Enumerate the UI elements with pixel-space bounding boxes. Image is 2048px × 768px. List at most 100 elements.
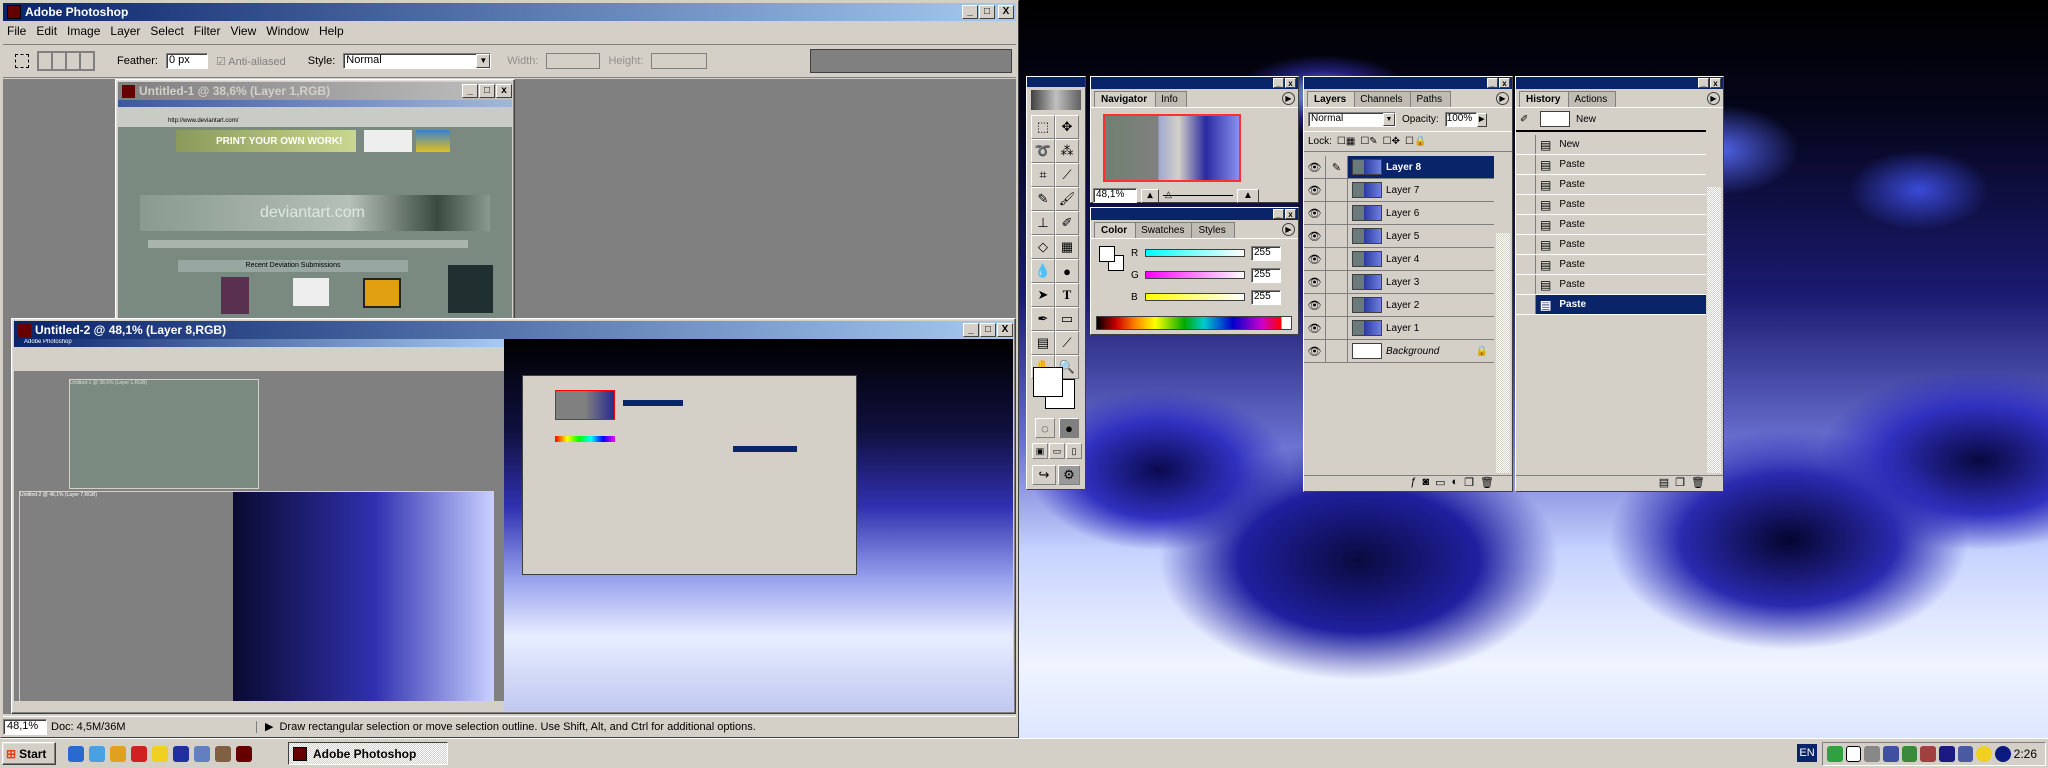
tab-styles[interactable]: Styles — [1191, 222, 1235, 238]
history-brush-icon[interactable]: ✐ — [1055, 211, 1079, 235]
intersect-selection-button[interactable] — [80, 52, 94, 70]
foreground-color-swatch[interactable] — [1099, 246, 1115, 262]
screen-mode-full-icon[interactable]: ▯ — [1066, 443, 1082, 459]
eye-icon[interactable]: 👁 — [1304, 202, 1326, 224]
blend-mode-select[interactable]: Normal ▼ — [1308, 112, 1396, 127]
history-source-toggle[interactable] — [1516, 155, 1536, 174]
tab-actions[interactable]: Actions — [1567, 91, 1617, 107]
channel-value-input[interactable]: 255 — [1251, 245, 1281, 261]
eye-icon[interactable]: 👁 — [1304, 179, 1326, 201]
trash-icon[interactable]: 🗑 — [1691, 476, 1705, 491]
new-document-from-state-icon[interactable]: ▤ — [1659, 476, 1669, 491]
subtract-selection-button[interactable] — [66, 52, 80, 70]
pen-tool-icon[interactable]: ✒ — [1031, 307, 1055, 331]
imageready-icon[interactable]: ⚙ — [1058, 465, 1080, 485]
zoom-input[interactable]: 48,1% — [3, 718, 47, 735]
adobe-online-icon[interactable] — [1031, 90, 1081, 110]
layer-row[interactable]: 👁 Layer 7 — [1304, 179, 1494, 202]
panel-menu-button[interactable]: ▶ — [1282, 92, 1295, 105]
eye-icon[interactable]: 👁 — [1304, 225, 1326, 247]
layers-scrollbar[interactable] — [1496, 233, 1510, 473]
eye-icon[interactable]: 👁 — [1304, 248, 1326, 270]
taskbar-button-photoshop[interactable]: Adobe Photoshop — [288, 742, 448, 765]
history-item[interactable]: ▤ Paste — [1516, 175, 1706, 195]
menu-layer[interactable]: Layer — [110, 24, 140, 38]
panel-minimize-button[interactable]: _ — [1273, 78, 1284, 88]
wireless-icon[interactable] — [1938, 746, 1955, 762]
history-item[interactable]: ▤ Paste — [1516, 215, 1706, 235]
tab-paths[interactable]: Paths — [1409, 91, 1452, 107]
eyedropper-icon[interactable]: ⟋ — [1055, 331, 1079, 355]
history-scrollbar[interactable] — [1707, 187, 1721, 473]
messenger-icon[interactable] — [152, 746, 168, 762]
history-source-toggle[interactable] — [1516, 235, 1536, 254]
close-button[interactable]: X — [997, 323, 1013, 337]
crop-tool-icon[interactable]: ⌗ — [1031, 163, 1055, 187]
panel-minimize-button[interactable]: _ — [1487, 78, 1498, 88]
smiley-icon[interactable] — [1976, 746, 1992, 762]
channel-slider[interactable] — [1145, 249, 1245, 257]
panel-close-button[interactable]: x — [1285, 78, 1296, 88]
panel-close-button[interactable]: x — [1499, 78, 1510, 88]
layer-row[interactable]: 👁 Layer 5 — [1304, 225, 1494, 248]
panel-menu-button[interactable]: ▶ — [1707, 92, 1720, 105]
layer-row[interactable]: 👁 ✎ Layer 8 — [1304, 156, 1494, 179]
maximize-button[interactable]: □ — [479, 84, 495, 98]
style-select[interactable]: Normal ▼ — [343, 53, 492, 69]
layer-row[interactable]: 👁 Layer 6 — [1304, 202, 1494, 225]
kazaa-icon[interactable] — [194, 746, 210, 762]
new-group-icon[interactable]: ▭ — [1435, 476, 1445, 491]
brush-tool-icon[interactable]: 🖌 — [1055, 187, 1079, 211]
channel-value-input[interactable]: 255 — [1251, 267, 1281, 283]
eye-icon[interactable]: 👁 — [1304, 340, 1326, 362]
type-tool-icon[interactable]: T — [1055, 283, 1079, 307]
navigator-proxy-preview[interactable] — [1103, 114, 1241, 182]
shape-tool-icon[interactable]: ▭ — [1055, 307, 1079, 331]
dodge-tool-icon[interactable]: ● — [1055, 259, 1079, 283]
save-icon[interactable] — [173, 746, 189, 762]
lock-transparency-checkbox[interactable]: ☐▦ — [1337, 136, 1355, 147]
lasso-tool-icon[interactable]: ➰ — [1031, 139, 1055, 163]
color-ramp[interactable] — [1096, 316, 1292, 330]
history-item[interactable]: ▤ Paste — [1516, 295, 1706, 315]
history-source-toggle[interactable] — [1516, 295, 1536, 314]
maximize-button[interactable]: □ — [980, 323, 996, 337]
lock-position-checkbox[interactable]: ☐✥ — [1383, 136, 1400, 147]
quickmask-mode-icon[interactable]: ● — [1059, 418, 1079, 438]
layer-row[interactable]: 👁 Background 🔒 — [1304, 340, 1494, 363]
lock-paint-checkbox[interactable]: ☐✎ — [1360, 136, 1377, 147]
jump-to-imageready-icon[interactable]: ↪ — [1032, 465, 1056, 485]
history-item[interactable]: ▤ Paste — [1516, 155, 1706, 175]
user-icon[interactable] — [215, 746, 231, 762]
menu-help[interactable]: Help — [319, 24, 344, 38]
menu-view[interactable]: View — [230, 24, 256, 38]
history-source-toggle[interactable] — [1516, 195, 1536, 214]
link-toggle[interactable] — [1326, 179, 1348, 201]
screen-mode-full-menu-icon[interactable]: ▭ — [1049, 443, 1065, 459]
link-toggle[interactable] — [1326, 340, 1348, 362]
layer-row[interactable]: 👁 Layer 3 — [1304, 271, 1494, 294]
blocked-icon[interactable] — [1920, 746, 1936, 762]
channel-value-input[interactable]: 255 — [1251, 289, 1281, 305]
standard-mode-icon[interactable]: ◌ — [1035, 418, 1055, 438]
feather-input[interactable]: 0 px — [165, 53, 208, 69]
channel-slider[interactable] — [1145, 271, 1245, 279]
media-icon[interactable] — [1957, 746, 1974, 762]
panel-close-button[interactable]: x — [1285, 209, 1296, 219]
mail-icon[interactable] — [1845, 746, 1862, 762]
lock-all-checkbox[interactable]: ☐🔒 — [1405, 136, 1426, 147]
opacity-input[interactable]: 100% — [1444, 112, 1477, 127]
tab-navigator[interactable]: Navigator — [1094, 91, 1157, 107]
tab-swatches[interactable]: Swatches — [1134, 222, 1194, 238]
layer-style-icon[interactable]: ƒ — [1410, 476, 1416, 491]
document-window-untitled-1[interactable]: Untitled-1 @ 38,6% (Layer 1,RGB) _ □ x htt… — [115, 79, 515, 321]
close-button[interactable]: X — [998, 5, 1014, 19]
navigator-zoom-input[interactable]: 48,1% — [1093, 188, 1137, 203]
menu-edit[interactable]: Edit — [36, 24, 57, 38]
zoom-in-icon[interactable]: ▲ — [1237, 188, 1259, 203]
antialiased-checkbox[interactable]: ☑ Anti-aliased — [216, 55, 286, 68]
network-globe-icon[interactable] — [1827, 746, 1843, 762]
tab-layers[interactable]: Layers — [1307, 91, 1356, 107]
new-selection-button[interactable] — [38, 52, 52, 70]
panel-menu-button[interactable]: ▶ — [1496, 92, 1509, 105]
